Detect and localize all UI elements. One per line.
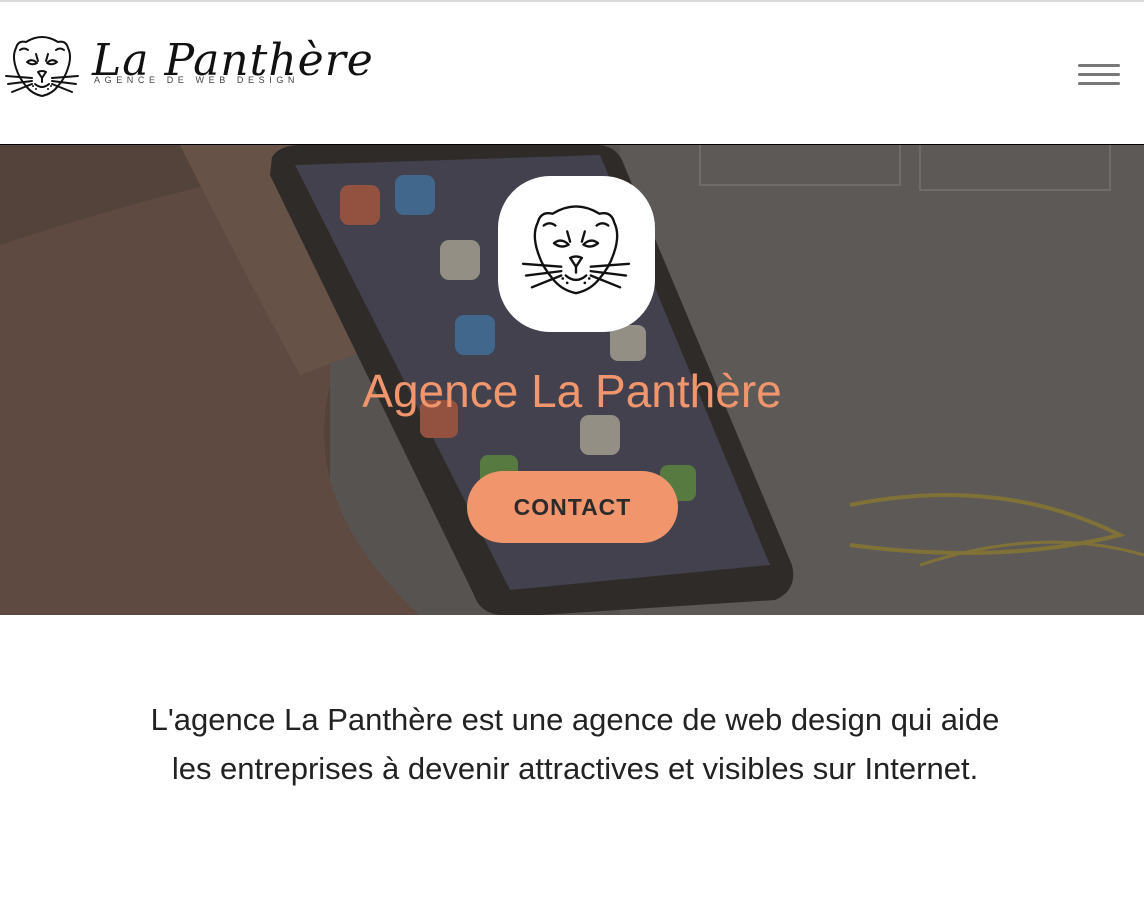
menu-bar xyxy=(1078,82,1120,85)
panther-head-icon xyxy=(521,205,631,295)
menu-bar xyxy=(1078,73,1120,76)
hero-section: Agence La Panthère CONTACT xyxy=(0,145,1144,615)
intro-text: L'agence La Panthère est une agence de w… xyxy=(150,702,1000,786)
logo-tagline: AGENCE DE WEB DESIGN xyxy=(94,75,300,85)
hamburger-menu-icon[interactable] xyxy=(1078,64,1120,90)
contact-button[interactable]: CONTACT xyxy=(467,471,678,543)
menu-bar xyxy=(1078,64,1120,67)
site-header: La Panthère AGENCE DE WEB DESIGN xyxy=(0,2,1144,145)
panther-logo-icon xyxy=(5,36,79,97)
hero-title: Agence La Panthère xyxy=(362,365,782,417)
site-logo[interactable]: La Panthère AGENCE DE WEB DESIGN xyxy=(2,34,373,104)
hero-logo-badge xyxy=(498,176,655,332)
